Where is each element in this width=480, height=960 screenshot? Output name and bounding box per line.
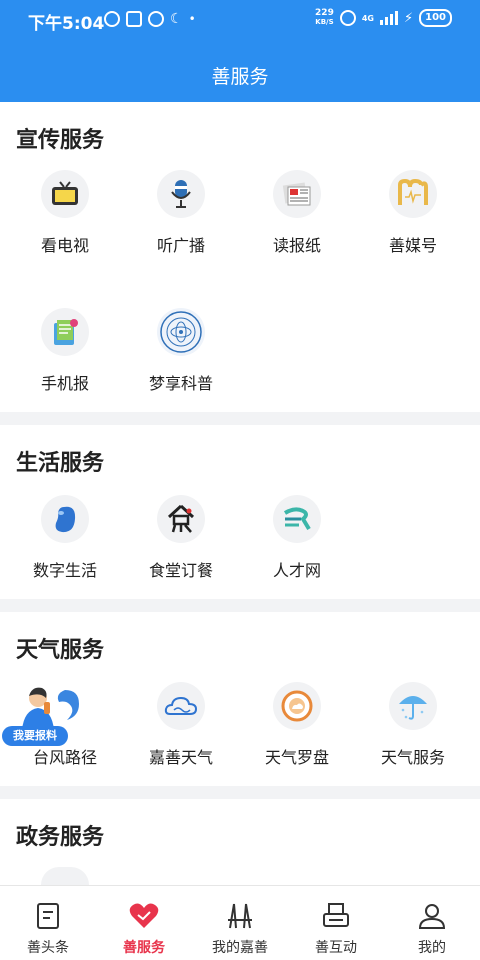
profile-icon (418, 904, 446, 929)
service-label: 读报纸 (272, 236, 321, 255)
tv-icon (41, 170, 89, 218)
service-digital-life[interactable]: 数字生活 (7, 495, 123, 595)
canteen-food-icon (157, 495, 205, 543)
status-bar: 下午5:04 ☾ • 229 KB/S 4G ⚡ 100 (0, 0, 480, 42)
service-label: 看电视 (40, 236, 89, 255)
microphone-icon (157, 170, 205, 218)
news-icon (37, 903, 59, 929)
tab-headlines[interactable]: 善头条 (0, 886, 96, 960)
service-watch-tv[interactable]: 看电视 (7, 170, 123, 270)
notification-icons: ☾ • (104, 11, 196, 27)
tab-my-jiashan[interactable]: 我的嘉善 (192, 886, 288, 960)
cloud-icon (157, 682, 205, 730)
service-jiashan-weather[interactable]: 嘉善天气 (123, 682, 239, 782)
tab-label: 善服务 (123, 940, 165, 956)
service-label: 善媒号 (388, 236, 437, 255)
tab-label: 善互动 (315, 940, 357, 956)
section-government: 政务服务 (0, 799, 480, 885)
interaction-icon (323, 903, 349, 927)
talent-network-icon (273, 495, 321, 543)
tab-label: 我的嘉善 (212, 940, 268, 956)
do-not-disturb-icon (148, 11, 164, 27)
umbrella-icon (389, 682, 437, 730)
phone-newspaper-icon (41, 308, 89, 356)
page-title: 善服务 (211, 66, 269, 88)
net-speed: 229 KB/S (315, 8, 334, 27)
service-label: 嘉善天气 (148, 748, 213, 767)
digital-life-icon (41, 495, 89, 543)
section-title: 生活服务 (16, 451, 105, 476)
service-label: 梦享科普 (148, 374, 213, 393)
science-emblem-icon (157, 308, 205, 356)
status-right: 229 KB/S 4G ⚡ 100 (315, 9, 452, 27)
service-canteen[interactable]: 食堂订餐 (123, 495, 239, 595)
section-title: 天气服务 (16, 638, 105, 663)
tab-label: 善头条 (27, 940, 69, 956)
service-radio[interactable]: 听广播 (123, 170, 239, 270)
charging-icon: ⚡ (403, 10, 414, 26)
battery-icon: 100 (419, 9, 452, 27)
signal-icon (379, 11, 398, 25)
chat-notification-icon (104, 11, 120, 27)
tab-label: 我的 (418, 940, 446, 956)
service-label: 数字生活 (32, 561, 97, 580)
bottom-tab-bar: 善头条 善服务 我的嘉善 善互动 我的 (0, 885, 480, 960)
media-account-icon (389, 170, 437, 218)
service-label: 天气罗盘 (264, 748, 329, 767)
reporter-avatar-icon (22, 687, 54, 730)
government-service-icon[interactable] (41, 867, 89, 885)
service-newspaper[interactable]: 读报纸 (239, 170, 355, 270)
network-type: 4G (361, 13, 374, 23)
service-media-account[interactable]: 善媒号 (355, 170, 471, 270)
service-mobile-newspaper[interactable]: 手机报 (7, 308, 123, 408)
service-weather[interactable]: 天气服务 (355, 682, 471, 782)
service-label: 手机报 (40, 374, 89, 393)
service-talent[interactable]: 人才网 (239, 495, 355, 595)
status-time: 下午5:04 (28, 14, 105, 34)
tab-services[interactable]: 善服务 (96, 886, 192, 960)
service-label: 天气服务 (380, 748, 445, 767)
service-science[interactable]: 梦享科普 (123, 308, 239, 408)
section-publicity: 宣传服务 看电视 听广播 读报纸 善媒号 手机报 梦享科普 (0, 102, 480, 412)
newspaper-icon (273, 170, 321, 218)
section-life: 生活服务 数字生活 食堂订餐 人才网 (0, 425, 480, 599)
app-notification-icon (126, 11, 142, 27)
service-label: 食堂订餐 (148, 561, 213, 580)
tab-profile[interactable]: 我的 (384, 886, 480, 960)
section-title: 宣传服务 (16, 128, 105, 153)
service-weather-compass[interactable]: 天气罗盘 (239, 682, 355, 782)
report-news-button[interactable]: 我要报料 (2, 684, 86, 746)
alarm-icon (339, 10, 356, 26)
top-bar: 下午5:04 ☾ • 229 KB/S 4G ⚡ 100 善服务 (0, 0, 480, 102)
service-label: 人才网 (272, 561, 321, 580)
weather-compass-icon (273, 682, 321, 730)
heart-icon (129, 903, 159, 928)
more-dot-icon: • (188, 12, 196, 26)
bridge-icon (228, 903, 252, 929)
section-title: 政务服务 (16, 825, 105, 850)
service-label: 听广播 (156, 236, 205, 255)
tab-interaction[interactable]: 善互动 (288, 886, 384, 960)
service-label: 台风路径 (32, 748, 97, 767)
report-label: 我要报料 (2, 726, 68, 746)
moon-icon: ☾ (170, 11, 183, 27)
